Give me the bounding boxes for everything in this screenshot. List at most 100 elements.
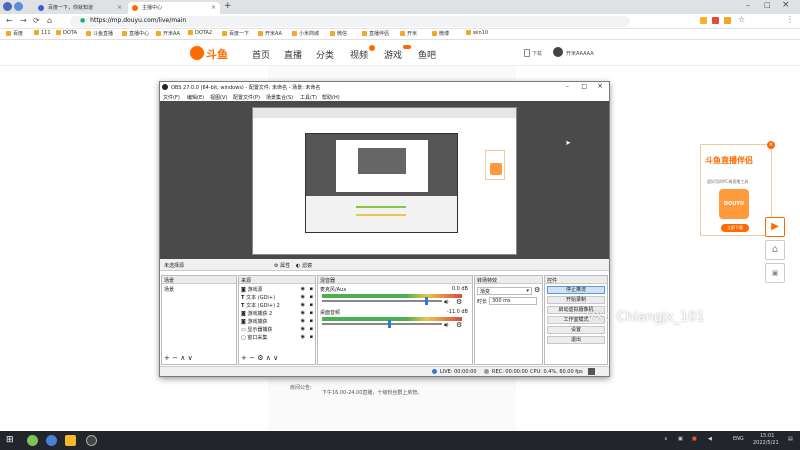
move-down-icon[interactable]: ∨ <box>188 354 193 362</box>
volume-slider[interactable] <box>322 297 442 305</box>
tab-douyu[interactable]: 主播中心 × <box>128 2 220 14</box>
tab-actions-icon[interactable] <box>14 2 23 11</box>
bookmark-item[interactable]: 开米AA <box>258 30 282 37</box>
volume-slider-handle[interactable] <box>387 320 391 328</box>
menu-view[interactable]: 视图(V) <box>210 94 227 101</box>
chrome-taskbar-icon[interactable] <box>27 435 38 446</box>
notifications-icon[interactable]: ▤ <box>788 436 793 442</box>
speaker-icon[interactable]: 🔊︎ <box>444 321 448 330</box>
forward-icon[interactable]: → <box>20 16 27 25</box>
lock-icon[interactable]: ▪ <box>310 302 313 308</box>
lock-icon[interactable]: ▪ <box>310 294 313 300</box>
menu-icon[interactable]: ⋮ <box>786 15 794 24</box>
start-recording-button[interactable]: 开始录制 <box>547 296 605 304</box>
menu-scene-collection[interactable]: 场景集合(S) <box>266 94 293 101</box>
menu-profile[interactable]: 配置文件(P) <box>233 94 260 101</box>
obs-minimize-button[interactable]: – <box>566 83 569 90</box>
tray-app-icon[interactable]: ■ <box>692 436 697 442</box>
track-settings-icon[interactable]: ⚙ <box>456 321 462 329</box>
bookmark-item[interactable]: 斗鱼直播 <box>86 30 113 37</box>
download-label[interactable]: 下载 <box>532 50 542 57</box>
menu-tools[interactable]: 工具(T) <box>300 94 317 101</box>
extension-icon[interactable] <box>712 17 719 24</box>
bookmark-item[interactable]: 111 <box>34 30 51 36</box>
bookmark-item[interactable]: 直播中心 <box>122 30 149 37</box>
menu-help[interactable]: 帮助(H) <box>322 94 340 101</box>
reload-icon[interactable]: ⟳ <box>33 16 40 25</box>
menu-edit[interactable]: 编辑(E) <box>187 94 204 101</box>
move-up-icon[interactable]: ∧ <box>180 354 185 362</box>
obs-close-button[interactable]: × <box>597 82 603 90</box>
bookmark-item[interactable]: 百度 <box>6 30 23 37</box>
lock-icon[interactable]: ▪ <box>310 318 313 324</box>
volume-slider-handle[interactable] <box>424 297 428 305</box>
source-item[interactable]: T 文本 (GDI+) 2 ◉ ▪ <box>241 302 313 309</box>
source-item[interactable]: ▢ 窗口采集 ◉ ▪ <box>241 334 313 341</box>
move-up-icon[interactable]: ∧ <box>266 354 271 362</box>
source-item[interactable]: ◙ 游戏捕获 2 ◉ ▪ <box>241 310 313 317</box>
stop-streaming-button[interactable]: 停止推流 <box>547 286 605 294</box>
bookmark-item[interactable]: 开米AA <box>156 30 180 37</box>
obs-maximize-button[interactable]: □ <box>581 83 587 90</box>
close-tab-icon[interactable]: × <box>211 4 216 11</box>
settings-button[interactable]: 设置 <box>547 326 605 334</box>
extension-icon[interactable] <box>700 17 707 24</box>
promo-download-button[interactable]: 立即下载 <box>721 224 749 232</box>
visibility-eye-icon[interactable]: ◉ <box>301 310 305 316</box>
visibility-eye-icon[interactable]: ◉ <box>301 302 305 308</box>
visibility-eye-icon[interactable]: ◉ <box>301 286 305 292</box>
add-scene-button[interactable]: + <box>164 354 170 362</box>
profile-icon[interactable] <box>3 2 12 11</box>
volume-slider[interactable] <box>322 320 442 328</box>
close-window-button[interactable]: × <box>782 0 790 10</box>
close-tab-icon[interactable]: × <box>117 4 122 11</box>
speaker-icon[interactable]: 🔊︎ <box>444 298 448 307</box>
visibility-eye-icon[interactable]: ◉ <box>301 318 305 324</box>
scene-item[interactable]: 场景 <box>164 286 234 293</box>
source-item[interactable]: ▭ 显示器捕获 ◉ ▪ <box>241 326 313 333</box>
bookmark-item[interactable]: 微博 <box>432 30 449 37</box>
menu-file[interactable]: 文件(F) <box>163 94 180 101</box>
visibility-eye-icon[interactable]: ◉ <box>301 334 305 340</box>
clock-date[interactable]: 2022/5/21 <box>753 440 779 446</box>
input-language[interactable]: ENG <box>733 436 744 442</box>
transition-settings-icon[interactable]: ⚙ <box>534 286 540 294</box>
obs-taskbar-icon[interactable] <box>86 435 97 446</box>
network-icon[interactable]: ▣ <box>678 436 683 442</box>
properties-button[interactable]: ⚙ 属性 <box>274 262 290 269</box>
avatar[interactable] <box>553 47 563 57</box>
source-item[interactable]: T 文本 (GDI+) ◉ ▪ <box>241 294 313 301</box>
nav-live[interactable]: 直播 <box>284 48 302 61</box>
new-tab-button[interactable]: + <box>224 1 232 11</box>
remove-source-button[interactable]: − <box>249 354 255 362</box>
douyu-logo[interactable]: 斗鱼 <box>190 44 236 62</box>
tray-up-icon[interactable]: ∧ <box>664 436 668 442</box>
lock-icon[interactable]: ▪ <box>310 310 313 316</box>
filters-button[interactable]: ◐ 滤镜 <box>296 262 312 269</box>
tab-baidu[interactable]: 百度一下，你就知道 × <box>34 2 126 14</box>
lock-icon[interactable]: ▪ <box>310 334 313 340</box>
live-play-icon[interactable]: ▶ <box>765 217 785 237</box>
user-name[interactable]: 开米AAAAA <box>566 50 594 57</box>
windows-start-icon[interactable]: ⊞ <box>6 435 17 446</box>
move-down-icon[interactable]: ∨ <box>273 354 278 362</box>
remove-scene-button[interactable]: − <box>172 354 178 362</box>
nav-game[interactable]: 游戏 <box>384 48 402 61</box>
browser-taskbar-icon[interactable] <box>46 435 57 446</box>
obs-window[interactable]: OBS 27.0.0 (64-bit, windows) - 配置文件: 未命名… <box>159 81 610 377</box>
bookmark-item[interactable]: 小米商城 <box>292 30 319 37</box>
bookmark-item[interactable]: win10 <box>466 30 488 36</box>
back-icon[interactable]: ← <box>6 16 13 25</box>
home-icon[interactable]: ⌂ <box>47 16 52 25</box>
duration-input[interactable]: 300 ms <box>489 297 537 305</box>
extension-icon[interactable] <box>724 17 731 24</box>
visibility-eye-icon[interactable]: ◉ <box>301 294 305 300</box>
bookmark-item[interactable]: 直播伴侣 <box>362 30 389 37</box>
add-source-button[interactable]: + <box>241 354 247 362</box>
track-settings-icon[interactable]: ⚙ <box>456 298 462 306</box>
transition-select[interactable]: 渐变 ▾ <box>477 287 532 295</box>
bookmark-item[interactable]: DOTA <box>56 30 77 36</box>
douyu-taskbar-icon[interactable] <box>65 435 76 446</box>
bookmark-item[interactable]: DOTA2 <box>188 30 212 36</box>
home-icon[interactable]: ⌂ <box>765 240 785 260</box>
